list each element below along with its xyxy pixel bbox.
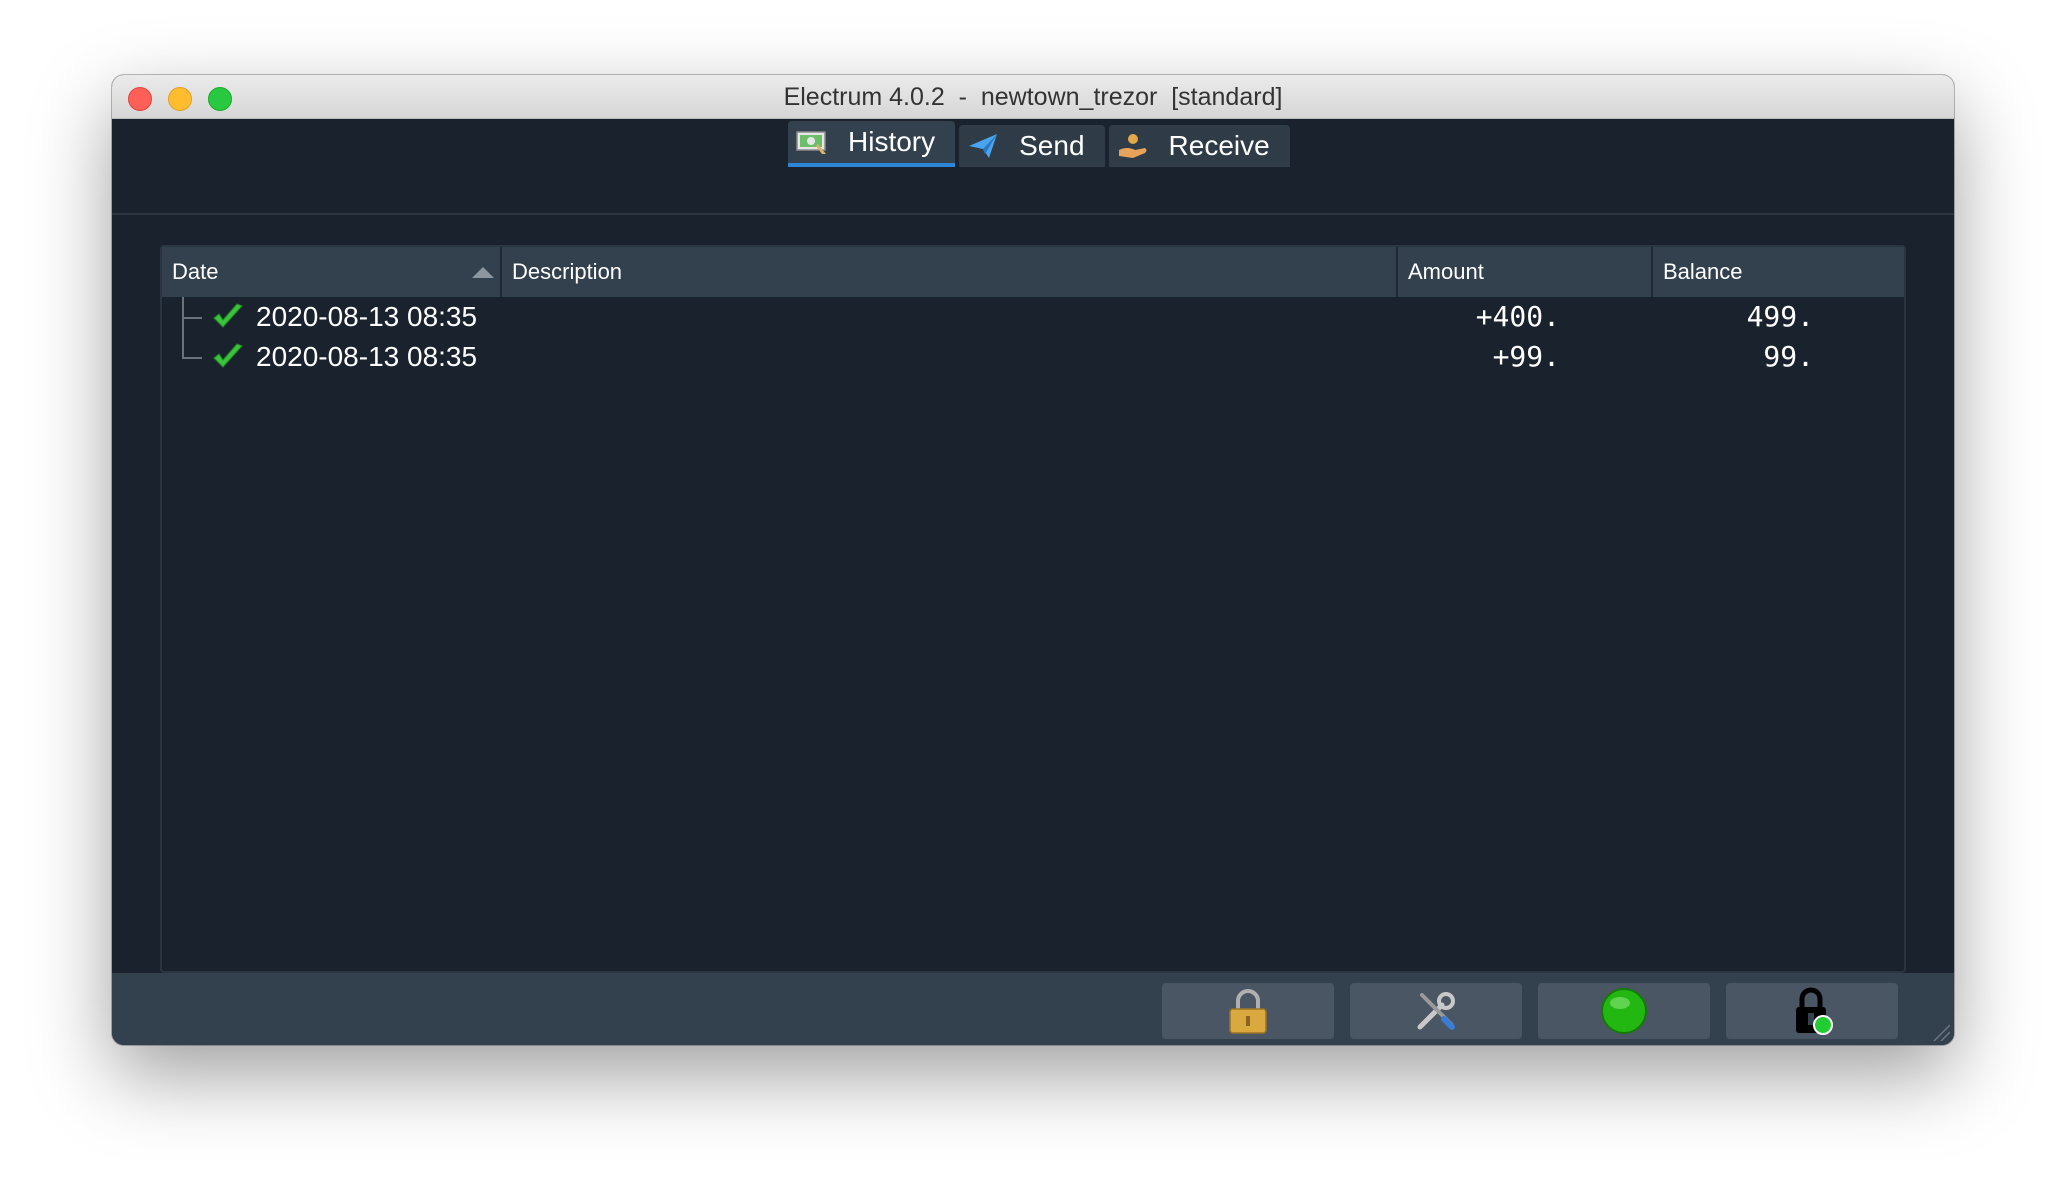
window-title: Electrum 4.0.2 - newtown_trezor [standar…: [783, 83, 1283, 111]
preferences-button[interactable]: [1350, 983, 1522, 1039]
row-date: 2020-08-13 08:35: [256, 301, 478, 332]
column-header-description[interactable]: Description: [502, 247, 1398, 297]
tab-history-label: History: [848, 126, 936, 157]
table-row[interactable]: 2020-08-13 08:35 +400. 499.: [162, 297, 1904, 337]
row-amount: +99.: [1492, 340, 1560, 373]
sort-ascending-icon: [472, 267, 494, 278]
electrum-window: Electrum 4.0.2 - newtown_trezor [standar…: [112, 75, 1954, 1045]
column-header-amount[interactable]: Amount: [1398, 247, 1653, 297]
network-status-button[interactable]: [1538, 983, 1710, 1039]
history-panel: Date Description Amount Balance 2020-08-…: [112, 213, 1954, 973]
confirmed-check-icon: [212, 303, 244, 331]
row-balance: 499.: [1746, 300, 1814, 333]
status-bar: [112, 973, 1954, 1045]
table-body: 2020-08-13 08:35 +400. 499. 2020-08-13 0…: [162, 297, 1904, 377]
table-header: Date Description Amount Balance: [162, 247, 1904, 297]
hardware-wallet-button[interactable]: [1726, 983, 1898, 1039]
column-header-balance[interactable]: Balance: [1653, 247, 1904, 297]
tools-icon: [1414, 989, 1458, 1033]
confirmed-check-icon: [212, 343, 244, 371]
tab-receive-label: Receive: [1168, 130, 1270, 161]
send-icon: [967, 132, 1001, 160]
resize-grip-icon[interactable]: [1930, 1021, 1951, 1042]
row-balance: 99.: [1763, 340, 1814, 373]
tab-bar: History Send Receive Date Description Am…: [112, 119, 1954, 973]
tab-receive[interactable]: Receive: [1108, 125, 1290, 167]
padlock-icon: [1226, 987, 1270, 1035]
row-date: 2020-08-13 08:35: [256, 341, 478, 372]
password-button[interactable]: [1162, 983, 1334, 1039]
row-amount: +400.: [1475, 300, 1560, 333]
trezor-connected-icon: [1790, 987, 1834, 1035]
table-row[interactable]: 2020-08-13 08:35 +99. 99.: [162, 337, 1904, 377]
column-header-date[interactable]: Date: [162, 247, 502, 297]
tab-send-label: Send: [1019, 130, 1085, 161]
history-table: Date Description Amount Balance 2020-08-…: [160, 245, 1906, 973]
title-bar: Electrum 4.0.2 - newtown_trezor [standar…: [112, 75, 1954, 119]
receive-icon: [1117, 132, 1151, 160]
network-status-green-icon: [1600, 987, 1648, 1035]
history-icon: [796, 128, 830, 156]
tab-history[interactable]: History: [788, 121, 956, 167]
tab-send[interactable]: Send: [959, 125, 1105, 167]
